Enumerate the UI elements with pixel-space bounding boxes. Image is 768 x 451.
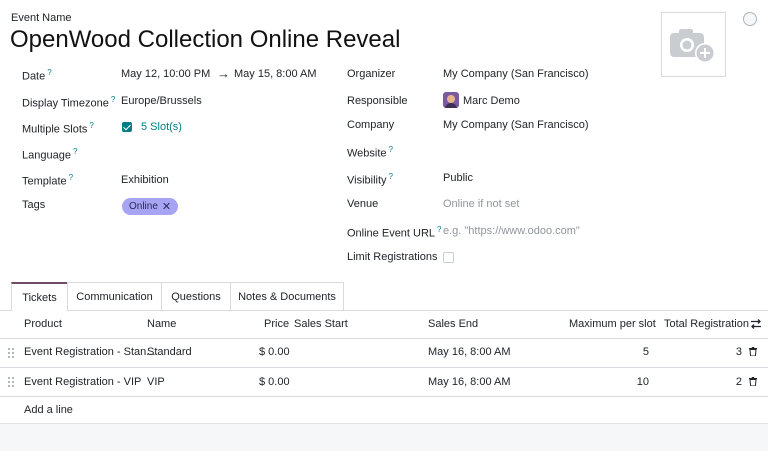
tab-notes-documents[interactable]: Notes & Documents bbox=[230, 282, 344, 310]
avatar bbox=[443, 92, 459, 111]
divider bbox=[0, 396, 768, 397]
website-label: Website? bbox=[347, 145, 393, 160]
date-start-field[interactable]: May 12, 10:00 PM bbox=[121, 68, 210, 80]
row-total: 2 bbox=[735, 376, 742, 388]
template-field[interactable]: Exhibition bbox=[121, 174, 169, 186]
slots-link[interactable]: 5 Slot(s) bbox=[141, 121, 182, 133]
row-price[interactable]: $ 0.00 bbox=[259, 346, 290, 358]
row-total: 3 bbox=[735, 346, 742, 358]
drag-handle-icon[interactable] bbox=[8, 348, 14, 358]
event-title[interactable]: OpenWood Collection Online Reveal bbox=[10, 26, 400, 54]
language-field[interactable] bbox=[121, 144, 321, 160]
row-name[interactable]: Standard bbox=[147, 346, 192, 358]
row-product[interactable]: Event Registration - VIP bbox=[24, 376, 141, 388]
timezone-label: Display Timezone? bbox=[22, 95, 116, 110]
online-url-input[interactable]: e.g. "https://www.odoo.com" bbox=[443, 225, 580, 237]
col-name[interactable]: Name bbox=[147, 318, 176, 330]
close-icon[interactable]: ✕ bbox=[162, 200, 171, 213]
col-max-per-slot[interactable]: Maximum per slot bbox=[569, 318, 656, 330]
multiple-slots-checkbox[interactable] bbox=[122, 122, 132, 135]
trash-icon[interactable] bbox=[749, 347, 757, 356]
limit-registrations-checkbox[interactable] bbox=[443, 252, 454, 263]
col-price[interactable]: Price bbox=[264, 318, 289, 330]
event-name-label: Event Name bbox=[11, 12, 72, 24]
tag-online: Online ✕ bbox=[122, 198, 179, 215]
col-sales-end[interactable]: Sales End bbox=[428, 318, 478, 330]
tag-online-text: Online bbox=[129, 201, 158, 212]
responsible-label: Responsible bbox=[347, 95, 408, 107]
divider bbox=[0, 338, 768, 339]
visibility-field[interactable]: Public bbox=[443, 172, 473, 184]
row-product[interactable]: Event Registration - Stan... bbox=[24, 346, 155, 358]
tab-questions[interactable]: Questions bbox=[161, 282, 231, 310]
tab-tickets[interactable]: Tickets bbox=[11, 282, 68, 311]
col-total-registration[interactable]: Total Registration bbox=[664, 318, 749, 330]
company-field[interactable]: My Company (San Francisco) bbox=[443, 119, 589, 131]
row-max[interactable]: 5 bbox=[600, 346, 649, 358]
venue-field[interactable]: Online if not set bbox=[443, 198, 519, 210]
company-label: Company bbox=[347, 119, 395, 131]
add-line-link[interactable]: Add a line bbox=[24, 404, 73, 416]
chatter-area bbox=[0, 423, 768, 451]
row-name[interactable]: VIP bbox=[147, 376, 165, 388]
timezone-field[interactable]: Europe/Brussels bbox=[121, 95, 202, 107]
website-field[interactable] bbox=[443, 142, 643, 158]
online-url-label: Online Event URL? bbox=[347, 225, 442, 240]
arrow-right-icon: → bbox=[217, 66, 230, 81]
col-sales-start[interactable]: Sales Start bbox=[294, 318, 348, 330]
date-label: Date? bbox=[22, 68, 52, 83]
language-label: Language? bbox=[22, 147, 78, 162]
venue-label: Venue bbox=[347, 198, 379, 210]
divider bbox=[0, 367, 768, 368]
organizer-field[interactable]: My Company (San Francisco) bbox=[443, 68, 589, 80]
event-image-upload[interactable] bbox=[661, 12, 726, 77]
limit-registrations-label: Limit Registrations bbox=[347, 251, 438, 263]
visibility-label: Visibility? bbox=[347, 172, 393, 187]
kanban-state-toggle[interactable] bbox=[743, 12, 757, 26]
drag-handle-icon[interactable] bbox=[8, 377, 14, 387]
tags-label: Tags bbox=[22, 199, 46, 211]
row-price[interactable]: $ 0.00 bbox=[259, 376, 290, 388]
multiple-slots-label: Multiple Slots? bbox=[22, 121, 94, 136]
camera-add-icon bbox=[670, 29, 715, 63]
column-settings-icon[interactable] bbox=[750, 318, 762, 330]
tab-communication[interactable]: Communication bbox=[67, 282, 162, 310]
row-max[interactable]: 10 bbox=[600, 376, 649, 388]
trash-icon[interactable] bbox=[749, 377, 757, 386]
template-label: Template? bbox=[22, 173, 74, 188]
responsible-field[interactable]: Marc Demo bbox=[463, 95, 520, 107]
row-sales-end[interactable]: May 16, 8:00 AM bbox=[428, 376, 511, 388]
col-product[interactable]: Product bbox=[24, 318, 62, 330]
date-end-field[interactable]: May 15, 8:00 AM bbox=[234, 68, 317, 80]
organizer-label: Organizer bbox=[347, 68, 396, 80]
row-sales-end[interactable]: May 16, 8:00 AM bbox=[428, 346, 511, 358]
